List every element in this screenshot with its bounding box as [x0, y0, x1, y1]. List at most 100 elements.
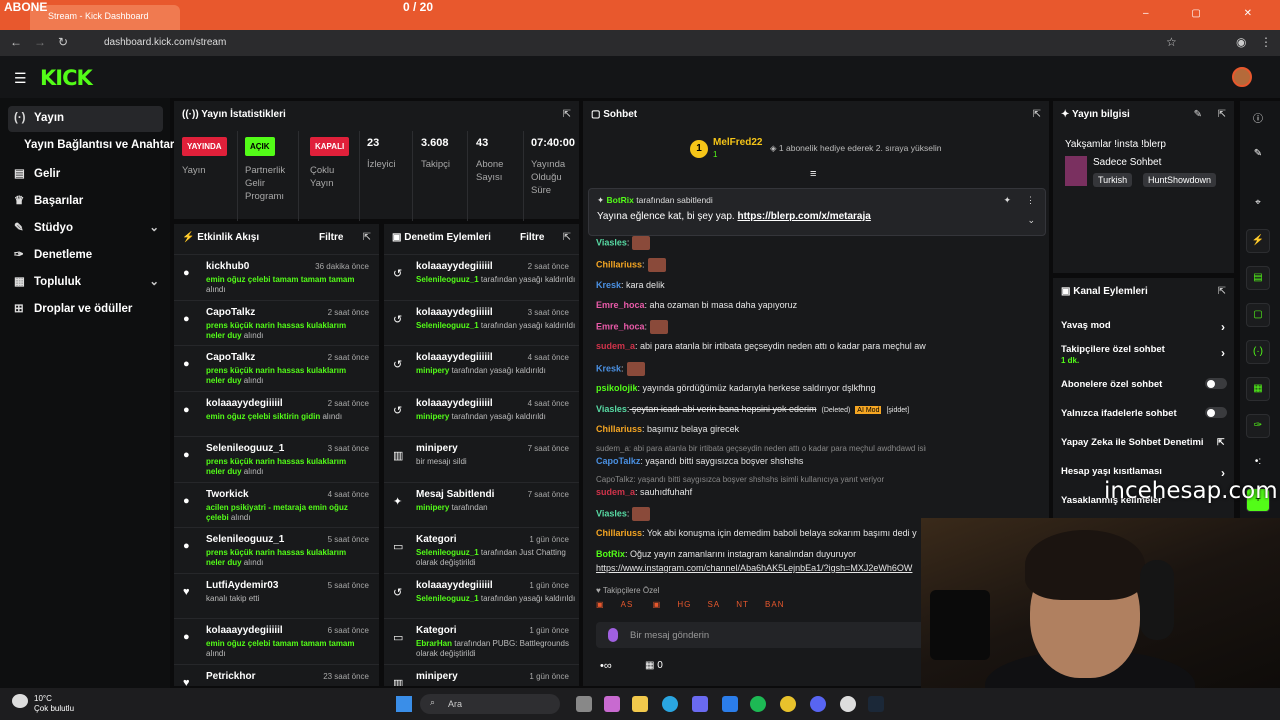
- popout-icon[interactable]: ⇱: [1218, 109, 1226, 120]
- emotes-only-toggle[interactable]: [1205, 407, 1227, 418]
- list-item[interactable]: ↺ kolaaayydegiiiiil 4 saat önce minipery ta…: [384, 390, 579, 437]
- chevron-down-icon[interactable]: ⌄: [1027, 215, 1035, 226]
- sidebar-item-basarilar[interactable]: ♛ Başarılar: [8, 187, 163, 213]
- pinned-link[interactable]: https://blerp.com/x/metaraja: [737, 211, 870, 222]
- moderation-filter-button[interactable]: Filtre: [520, 232, 544, 243]
- info-icon[interactable]: ⓘ: [1246, 105, 1270, 129]
- slow-mode-row[interactable]: Yavaş mod ›: [1061, 320, 1231, 334]
- chat-username[interactable]: Chillariuss: [596, 424, 642, 434]
- obs-icon[interactable]: [840, 696, 856, 712]
- more-icon[interactable]: ⋮: [1026, 195, 1035, 206]
- discord-icon[interactable]: [810, 696, 826, 712]
- popout-icon[interactable]: ⇱: [363, 232, 371, 243]
- bolt-icon[interactable]: ⚡: [1246, 229, 1270, 253]
- popout-icon[interactable]: ⇱: [1033, 109, 1041, 120]
- chat-link[interactable]: https://www.instagram.com/channel/Aba6hA…: [596, 563, 926, 573]
- points-icon[interactable]: •∞: [600, 660, 612, 672]
- tag-chip[interactable]: HuntShowdown: [1143, 173, 1217, 187]
- sidebar-item-gelir[interactable]: ▤ Gelir: [8, 160, 163, 186]
- category-name[interactable]: Sadece Sohbet: [1093, 157, 1161, 168]
- chat-username[interactable]: Viasles: [596, 508, 627, 518]
- edit-icon[interactable]: ✎: [1246, 143, 1270, 167]
- list-item[interactable]: ● kolaaayydegiiiiil 2 saat önce emin oğuz ç…: [174, 390, 379, 437]
- list-item[interactable]: ● Selenileoguuz_1 5 saat önce prens küçük n…: [174, 527, 379, 573]
- list-item[interactable]: ♥ LutfiAydemir03 5 saat önce kanalı takip e…: [174, 572, 379, 619]
- popout-icon[interactable]: ⇱: [563, 109, 571, 120]
- document-icon[interactable]: ▤: [1246, 266, 1270, 290]
- chat-username[interactable]: Viasles: [596, 237, 627, 247]
- spotify-icon[interactable]: [750, 696, 766, 712]
- unpin-icon[interactable]: ✦: [1003, 195, 1011, 206]
- chat-username[interactable]: Kresk: [596, 280, 621, 290]
- activity-filter-button[interactable]: Filtre: [319, 232, 343, 243]
- sidebar-item-yayin[interactable]: (·) Yayın: [8, 106, 163, 132]
- windows-start-icon[interactable]: [396, 696, 412, 712]
- mic-icon[interactable]: [608, 628, 618, 642]
- chat-username[interactable]: Emre_hoca: [596, 321, 645, 331]
- list-item[interactable]: ♥ Petrickhor 23 saat önce kanalı takip etti: [174, 663, 379, 686]
- list-item[interactable]: ▥ minipery 7 saat önce bir mesajı sildi: [384, 436, 579, 482]
- profile-icon[interactable]: ◉: [1236, 35, 1246, 49]
- sidebar-item-studyo[interactable]: ✎ Stüdyo ⌄: [8, 214, 163, 240]
- list-item[interactable]: ↺ kolaaayydegiiiiil 1 gün önce Selenileoguu…: [384, 572, 579, 619]
- edge-icon[interactable]: [662, 696, 678, 712]
- list-item[interactable]: ▥ minipery 1 gün önce bir mesajı sildi: [384, 663, 579, 686]
- bookmark-icon[interactable]: ☆: [1166, 35, 1177, 49]
- list-item[interactable]: ● kolaaayydegiiiiil 6 saat önce emin oğuz ç…: [174, 618, 379, 664]
- chat-username[interactable]: psikolojik: [596, 383, 638, 393]
- ai-moderation-row[interactable]: Yapay Zeka ile Sohbet Denetimi ⇱: [1061, 437, 1231, 448]
- steam-icon[interactable]: [868, 696, 884, 712]
- points-icon[interactable]: •:: [1246, 451, 1270, 475]
- chat-input[interactable]: Bir mesaj gönderin: [596, 622, 926, 648]
- chat-username[interactable]: Viasles: [596, 404, 627, 414]
- emote-bar[interactable]: ▣ AS ▣ HG SA NT BAN: [596, 600, 926, 616]
- edit-icon[interactable]: ✎: [1194, 109, 1202, 120]
- back-icon[interactable]: ←: [10, 35, 22, 49]
- layout-icon[interactable]: ▦: [1246, 377, 1270, 401]
- url-input[interactable]: dashboard.kick.com/stream: [88, 34, 1188, 52]
- chrome-icon[interactable]: [780, 696, 796, 712]
- list-item[interactable]: ● kickhub0 36 dakika önce emin oğuz çelebi …: [174, 254, 379, 300]
- kick-logo[interactable]: KICK: [40, 66, 93, 90]
- popout-icon[interactable]: ⇱: [1218, 286, 1226, 297]
- wrench-icon[interactable]: ✑: [1246, 414, 1270, 438]
- store-icon[interactable]: [692, 696, 708, 712]
- file-explorer-icon[interactable]: [632, 696, 648, 712]
- weather-widget[interactable]: 10°C Çok bulutlu: [34, 694, 74, 714]
- forward-icon[interactable]: →: [34, 35, 46, 49]
- focus-icon[interactable]: ⌖: [1246, 192, 1270, 216]
- followers-only-row[interactable]: Takipçilere özel sohbet 1 dk. ›: [1061, 344, 1231, 366]
- popout-icon[interactable]: ⇱: [563, 232, 571, 243]
- broadcast-icon[interactable]: (·): [1246, 340, 1270, 364]
- chat-username[interactable]: sudem_a: [596, 487, 635, 497]
- app-icon[interactable]: [722, 696, 738, 712]
- sidebar-item-droplar[interactable]: ⊞ Droplar ve ödüller: [8, 295, 163, 321]
- taskbar-search[interactable]: Ara: [420, 694, 560, 714]
- sidebar-item-stream-key[interactable]: Yayın Bağlantısı ve Anahtarı: [18, 133, 178, 159]
- account-age-row[interactable]: Hesap yaşı kısıtlaması ›: [1061, 466, 1231, 480]
- chat-icon[interactable]: ▢: [1246, 303, 1270, 327]
- list-item[interactable]: ↺ kolaaayydegiiiiil 3 saat önce Selenileogu…: [384, 299, 579, 346]
- chat-username[interactable]: sudem_a: [596, 341, 635, 351]
- sidebar-item-topluluk[interactable]: ▦ Topluluk ⌄: [8, 268, 163, 294]
- hamburger-icon[interactable]: ☰: [14, 70, 27, 87]
- list-item[interactable]: ● CapoTalkz 2 saat önce prens küçük narin h…: [174, 299, 379, 346]
- subscribers-only-toggle[interactable]: [1205, 378, 1227, 389]
- tag-chip[interactable]: Turkish: [1093, 173, 1133, 187]
- task-view-icon[interactable]: [576, 696, 592, 712]
- copilot-icon[interactable]: [604, 696, 620, 712]
- list-item[interactable]: ✦ Mesaj Sabitlendi 7 saat önce minipery tar…: [384, 481, 579, 528]
- chat-username[interactable]: BotRix: [596, 549, 625, 559]
- chat-username[interactable]: Kresk: [596, 363, 621, 373]
- chat-username[interactable]: Chillariuss: [596, 259, 642, 269]
- list-item[interactable]: ● Selenileoguuz_1 3 saat önce prens küçük n…: [174, 436, 379, 482]
- sidebar-item-denetleme[interactable]: ✑ Denetleme: [8, 241, 163, 267]
- browser-tab[interactable]: Stream - Kick Dashboard: [30, 5, 180, 30]
- gifter-name[interactable]: MelFred22: [713, 137, 762, 148]
- list-item[interactable]: ▭ Kategori 1 gün önce EbrarHan tarafından P…: [384, 618, 579, 664]
- user-avatar[interactable]: [1232, 67, 1252, 87]
- chat-username[interactable]: Emre_hoca: [596, 300, 645, 310]
- list-item[interactable]: ↺ kolaaayydegiiiiil 4 saat önce minipery ta…: [384, 345, 579, 391]
- reload-icon[interactable]: ↻: [58, 35, 68, 49]
- collapse-icon[interactable]: ≡: [810, 168, 816, 180]
